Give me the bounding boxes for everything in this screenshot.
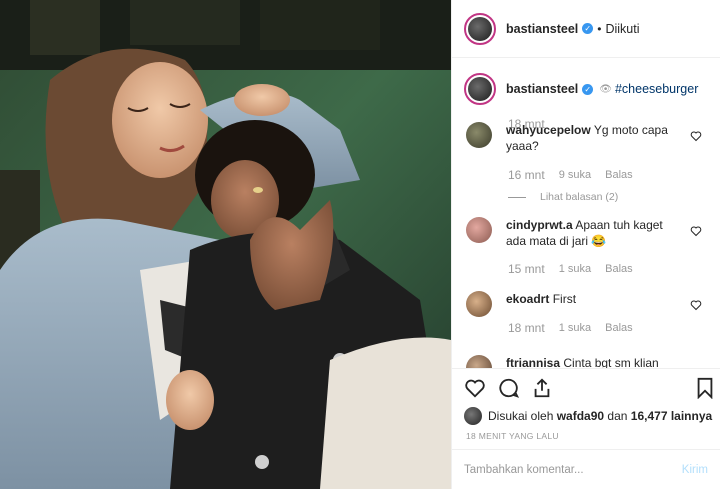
commenter-avatar[interactable] — [466, 355, 492, 368]
author-avatar[interactable] — [464, 12, 496, 45]
caption-row: bastiansteel ✓ 👁 #cheeseburger — [452, 59, 720, 105]
view-replies-label: Lihat balasan (2) — [540, 191, 619, 203]
reply-button[interactable]: Balas — [605, 322, 633, 334]
comment-icon[interactable] — [498, 377, 520, 399]
likes-count[interactable]: 16,477 lainnya — [631, 409, 712, 423]
comment-meta: 15 mnt 1 suka Balas — [508, 262, 633, 276]
likes-prefix: Disukai oleh — [488, 409, 554, 423]
reply-button[interactable]: Balas — [605, 263, 633, 275]
comment-likes[interactable]: 1 suka — [559, 322, 591, 334]
reply-button[interactable]: Balas — [605, 169, 633, 181]
heart-icon[interactable] — [690, 225, 702, 237]
comment-input[interactable]: Tambahkan komentar... — [464, 464, 682, 476]
comments-list[interactable]: bastiansteel ✓ 👁 #cheeseburger 18 mnt wa… — [452, 59, 720, 368]
bookmark-icon[interactable] — [696, 377, 714, 399]
comment-body: cindyprwt.a Apaan tuh kaget ada mata di … — [506, 217, 686, 249]
commenter-avatar[interactable] — [466, 122, 492, 148]
share-icon[interactable] — [531, 377, 553, 399]
comment-time: 18 mnt — [508, 321, 545, 335]
eye-icon: 👁 — [599, 83, 612, 95]
liker-avatar[interactable] — [464, 407, 482, 425]
comment-likes[interactable]: 1 suka — [559, 263, 591, 275]
post-comment-button[interactable]: Kirim — [682, 464, 708, 476]
comment-body: wahyucepelow Yg moto capa yaaa? — [506, 122, 686, 154]
action-bar: Disukai oleh wafda90 dan 16,477 lainnya — [452, 368, 720, 438]
caption-username[interactable]: bastiansteel — [506, 82, 578, 96]
heart-icon[interactable] — [464, 377, 486, 399]
separator-dot: • — [597, 21, 602, 36]
photo-illustration — [0, 0, 451, 489]
comment-text: Cinta bgt sm klian — [563, 356, 659, 368]
heart-icon[interactable] — [690, 130, 702, 142]
commenter-username[interactable]: cindyprwt.a — [506, 218, 573, 232]
likes-mid: dan — [607, 409, 628, 423]
follow-status-button[interactable]: Diikuti — [605, 22, 639, 36]
heart-icon[interactable] — [690, 299, 702, 311]
add-comment-bar: Tambahkan komentar... Kirim — [452, 449, 720, 489]
caption-author-avatar[interactable] — [464, 73, 496, 105]
comment-text: First — [552, 292, 577, 306]
commenter-avatar[interactable] — [466, 217, 492, 243]
comment-time: 15 mnt — [508, 262, 545, 276]
post-photo[interactable] — [0, 0, 451, 489]
verified-badge-icon: ✓ — [582, 83, 594, 95]
liker-username[interactable]: wafda90 — [557, 409, 604, 423]
caption-hashtag[interactable]: #cheeseburger — [615, 82, 698, 96]
post-header: bastiansteel ✓ • Diikuti — [452, 0, 720, 58]
post-timestamp: 18 MENIT YANG LALU — [466, 431, 559, 441]
commenter-avatar[interactable] — [466, 291, 492, 317]
commenter-username[interactable]: ftriannisa — [506, 356, 560, 368]
commenter-username[interactable]: ekoadrt — [506, 292, 549, 306]
comment-meta: 16 mnt 9 suka Balas — [508, 168, 633, 182]
post-sidebar: bastiansteel ✓ • Diikuti bastiansteel ✓ … — [451, 0, 720, 489]
author-username[interactable]: bastiansteel — [506, 22, 578, 36]
comment-meta: 18 mnt 1 suka Balas — [508, 321, 633, 335]
comment-body: ekoadrt First — [506, 291, 686, 307]
comment-likes[interactable]: 9 suka — [559, 169, 591, 181]
verified-badge-icon: ✓ — [582, 23, 594, 34]
comment-time: 16 mnt — [508, 168, 545, 182]
likes-summary: Disukai oleh wafda90 dan 16,477 lainnya — [464, 407, 712, 425]
instagram-post-modal: bastiansteel ✓ • Diikuti bastiansteel ✓ … — [0, 0, 720, 489]
view-replies[interactable]: Lihat balasan (2) — [508, 191, 618, 203]
comment-body: ftriannisa Cinta bgt sm klian — [506, 355, 686, 368]
commenter-username[interactable]: wahyucepelow — [506, 123, 591, 137]
